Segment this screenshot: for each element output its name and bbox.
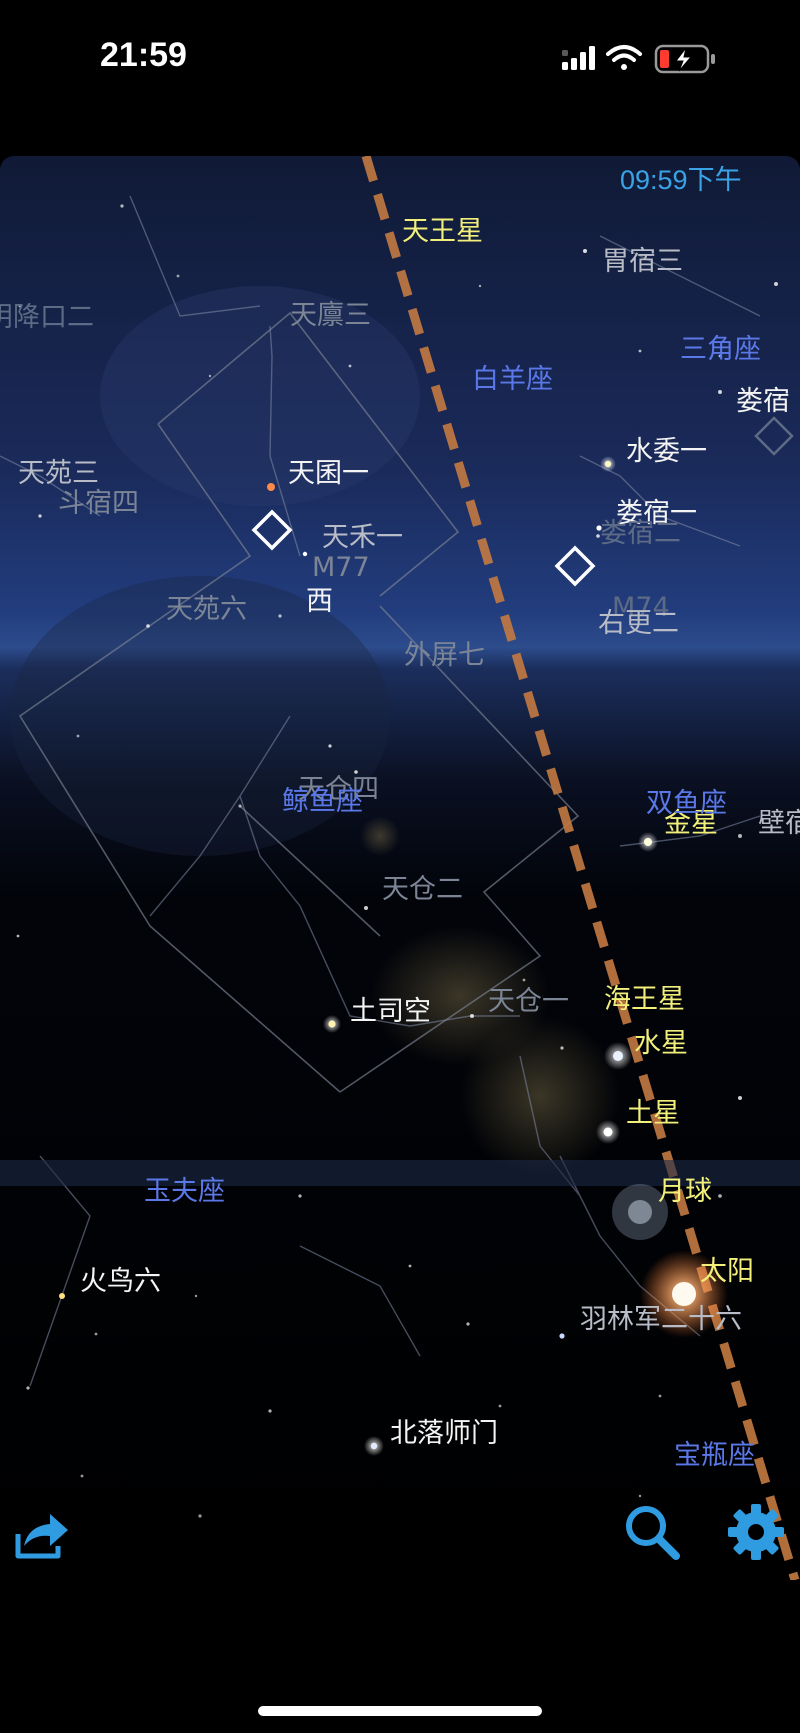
signal-bars-icon [562,46,595,70]
mercury-dot[interactable] [613,1051,623,1061]
sky-clock[interactable]: 09:59下午 [620,158,742,197]
wifi-icon [606,45,642,70]
label-dousu4[interactable]: 斗宿四 [58,488,139,520]
share-button[interactable] [12,1504,72,1564]
label-yulinjun26[interactable]: 羽林军二十六 [580,1304,742,1336]
label-tianhe1[interactable]: 天禾一 [322,522,403,554]
label-aquarius[interactable]: 宝瓶座 [674,1440,755,1472]
star-tusikong[interactable] [328,1020,336,1028]
label-cetus[interactable]: 鲸鱼座 [282,786,363,818]
label-triangulum[interactable]: 三角座 [680,334,761,366]
label-m77[interactable]: M77 [312,552,370,584]
label-beiluoshimen[interactable]: 北落师门 [390,1418,498,1450]
label-moon[interactable]: 月球 [658,1176,712,1208]
star-huoniao6[interactable] [59,1293,65,1299]
label-mercury[interactable]: 水星 [634,1028,688,1060]
label-weisu3[interactable]: 胃宿三 [602,246,683,278]
label-pisces[interactable]: 双鱼座 [646,788,727,820]
label-saturn[interactable]: 土星 [626,1098,680,1130]
label-xi[interactable]: 西 [306,586,333,618]
label-lousu-edge[interactable]: 娄宿 [736,386,790,418]
label-tiancang2[interactable]: 天仓二 [382,874,463,906]
sky-view[interactable]: 09:59下午 天王星 金星 海王星 水星 土星 月球 太阳 胃宿三 天廪三 阴… [0,156,800,1580]
search-button[interactable] [622,1502,682,1562]
label-bi-edge[interactable]: 壁宿 [758,808,800,840]
label-neptune[interactable]: 海王星 [604,984,685,1016]
label-tusikong[interactable]: 土司空 [350,996,431,1028]
label-tiancang1[interactable]: 天仓一 [488,986,569,1018]
battery-charging-icon [654,44,715,74]
search-icon [626,1506,680,1560]
gear-icon [728,1504,784,1560]
label-yougeng2[interactable]: 右更二 [598,608,679,640]
label-aries[interactable]: 白羊座 [472,364,553,396]
saturn-dot[interactable] [603,1127,613,1137]
moon-dot[interactable] [628,1200,652,1224]
status-icons [560,42,740,78]
label-tianyuan3[interactable]: 天苑三 [18,458,99,490]
label-partial-upper-left[interactable]: 阴降口二 [0,302,94,334]
label-waiping7[interactable]: 外屏七 [404,640,485,672]
sky-canvas[interactable] [0,156,800,1580]
status-time: 21:59 [100,36,187,74]
settings-button[interactable] [726,1502,786,1562]
share-icon [15,1514,68,1559]
venus-dot[interactable] [644,838,652,846]
label-tianqun1[interactable]: 天囷一 [288,458,369,490]
label-sun[interactable]: 太阳 [700,1256,754,1288]
home-indicator[interactable] [258,1706,542,1716]
label-tianyuan6[interactable]: 天苑六 [166,594,247,626]
label-huoniao6[interactable]: 火鸟六 [80,1266,161,1298]
star-shuiwei1[interactable] [604,460,612,468]
sun-dot[interactable] [672,1282,696,1306]
label-lousu-dim[interactable]: 娄宿二 [600,518,681,550]
label-uranus[interactable]: 天王星 [402,216,483,248]
status-bar: 21:59 [0,0,800,120]
star-beiluoshimen[interactable] [370,1442,378,1450]
label-tianlin3[interactable]: 天廪三 [290,300,371,332]
label-shuiwei1[interactable]: 水委一 [626,436,707,468]
star-tianqun1[interactable] [267,483,275,491]
label-phoenix[interactable]: 玉夫座 [144,1176,225,1208]
